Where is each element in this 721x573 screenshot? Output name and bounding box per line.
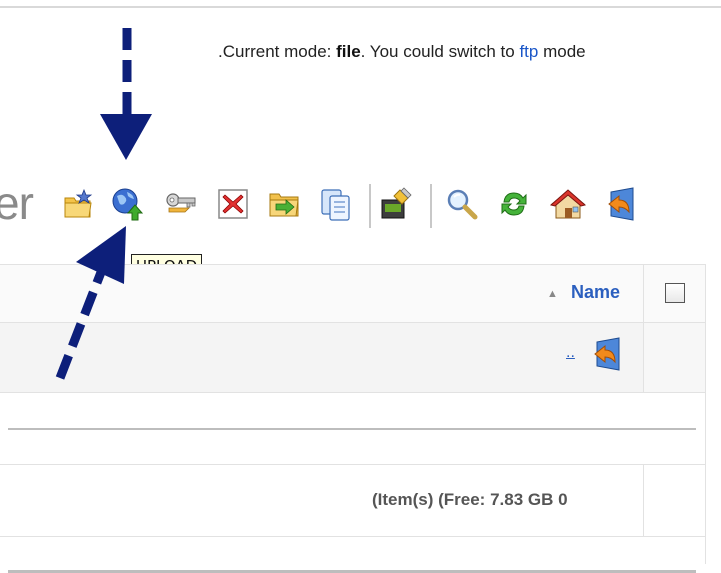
sort-indicator: ▲	[547, 288, 558, 300]
mode-prefix: .Current mode:	[218, 42, 337, 61]
grid-line	[0, 264, 706, 265]
top-border	[0, 6, 721, 8]
mode-line: .Current mode: file. You could switch to…	[218, 42, 586, 62]
mode-suffix: mode	[538, 42, 586, 61]
search-icon[interactable]	[444, 186, 480, 222]
parent-row-bg	[0, 322, 643, 392]
grid-line	[0, 464, 706, 465]
parent-directory-icon[interactable]	[589, 336, 625, 372]
grid-line	[643, 464, 644, 536]
switch-ftp-link[interactable]: ftp	[519, 42, 538, 61]
grid-line	[0, 322, 706, 323]
home-icon[interactable]	[550, 186, 586, 222]
parent-directory-link[interactable]: ..	[566, 344, 575, 362]
delete-icon[interactable]	[215, 186, 251, 222]
file-table	[0, 264, 706, 564]
toolbar-title: er	[0, 177, 34, 229]
grid-line	[0, 392, 706, 393]
refresh-icon[interactable]	[496, 186, 532, 222]
upload-icon[interactable]	[110, 186, 146, 222]
move-icon[interactable]	[266, 186, 302, 222]
edit-tools-icon[interactable]	[378, 186, 414, 222]
current-mode: file	[336, 42, 361, 61]
down-arrow-head	[100, 114, 152, 160]
copy-icon[interactable]	[318, 186, 354, 222]
parent-row-bg-right	[643, 322, 706, 392]
grid-line	[643, 264, 644, 392]
select-all-checkbox[interactable]	[665, 283, 685, 303]
back-icon[interactable]	[603, 186, 639, 222]
toolbar-separator	[369, 184, 371, 228]
grid-line	[705, 264, 706, 564]
key-icon[interactable]	[163, 186, 199, 222]
name-column-header[interactable]: Name	[571, 282, 620, 303]
toolbar-separator	[430, 184, 432, 228]
free-space-info: (Item(s) (Free: 7.83 GB 0	[372, 490, 568, 509]
section-separator	[8, 428, 696, 430]
new-folder-icon[interactable]	[60, 186, 96, 222]
grid-line	[0, 536, 706, 537]
mode-middle: . You could switch to	[360, 42, 520, 61]
